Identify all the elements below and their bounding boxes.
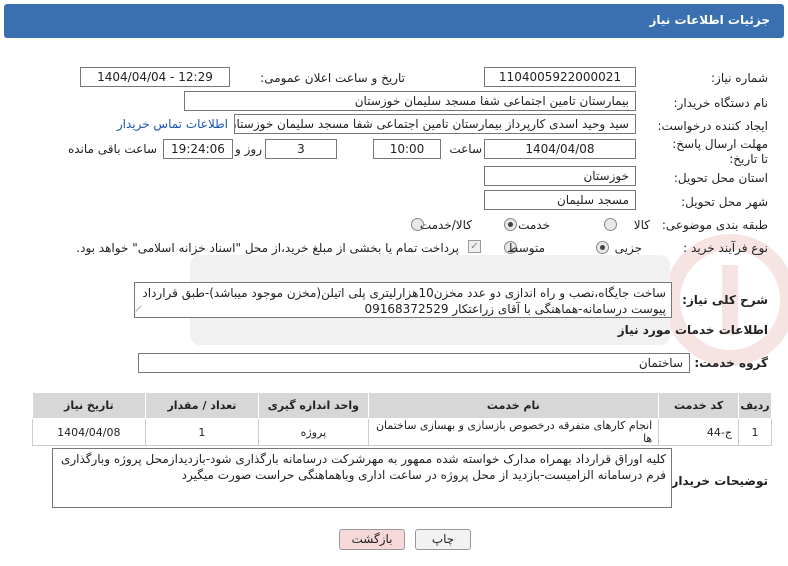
category-radio-goods[interactable] — [604, 218, 617, 231]
city-label: شهر محل تحویل: — [681, 195, 768, 209]
remaining-time-field: 19:24:06 — [163, 139, 233, 159]
back-button[interactable]: بازگشت — [339, 529, 405, 550]
creator-label: ایجاد کننده درخواست: — [657, 119, 768, 133]
city-field: مسجد سلیمان — [484, 190, 636, 210]
deadline-label: مهلت ارسال پاسخ: تا تاریخ: — [672, 137, 768, 166]
need-number-field: 1104005922000021 — [484, 67, 636, 87]
deadline-date-field: 1404/04/08 — [484, 139, 636, 159]
process-option-minor: جزیی — [614, 241, 642, 255]
province-label: استان محل تحویل: — [673, 171, 768, 185]
announce-date-field: 1404/04/04 - 12:29 — [80, 67, 230, 87]
creator-field: سید وحید اسدی کارپرداز بیمارستان تامین ا… — [234, 114, 636, 134]
announce-date-label: تاریخ و ساعت اعلان عمومی: — [260, 71, 405, 85]
deadline-time-field: 10:00 — [373, 139, 441, 159]
cell-unit: پروژه — [258, 418, 369, 446]
resize-grip-icon — [135, 305, 147, 317]
days-field: 3 — [265, 139, 337, 159]
category-option-goods: کالا — [633, 218, 650, 232]
page-header: جزئیات اطلاعات نیاز — [4, 4, 784, 38]
category-option-goods-service: کالا/خدمت — [419, 218, 472, 232]
table-row: 1 ج-44 انجام کارهای متفرقه درخصوص بازساز… — [32, 418, 773, 446]
summary-text: ساخت جایگاه،نصب و راه اندازی دو عدد مخزن… — [142, 286, 666, 316]
treasury-note: پرداخت تمام یا بخشی از مبلغ خرید،از محل … — [76, 241, 459, 255]
table-header-row: ردیف کد خدمت نام خدمت واحد اندازه گیری ت… — [32, 392, 773, 419]
services-table: ردیف کد خدمت نام خدمت واحد اندازه گیری ت… — [32, 392, 773, 446]
col-need-date: تاریخ نیاز — [32, 392, 146, 419]
print-button[interactable]: چاپ — [415, 529, 471, 550]
cell-service-name: انجام کارهای متفرقه درخصوص بازسازی و بهس… — [367, 418, 660, 446]
remaining-time-label: ساعت باقی مانده — [67, 142, 157, 156]
buyer-org-field: بیمارستان تامین اجتماعی شفا مسجد سلیمان … — [184, 91, 636, 111]
need-number-label: شماره نیاز: — [711, 71, 768, 85]
province-field: خوزستان — [484, 166, 636, 186]
col-service-code: کد خدمت — [658, 392, 739, 419]
buyer-org-label: نام دستگاه خریدار: — [673, 96, 769, 110]
process-label: نوع فرآیند خرید : — [683, 241, 768, 255]
cell-need-date: 1404/04/08 — [32, 418, 146, 446]
buyer-notes-textarea[interactable]: کلیه اوراق قرارداد بهمراه مدارک خواسته ش… — [52, 448, 672, 508]
col-unit: واحد اندازه گیری — [258, 392, 369, 419]
deadline-time-label: ساعت — [449, 142, 482, 156]
process-option-medium: متوسط — [507, 241, 545, 255]
cell-service-code: ج-44 — [658, 418, 739, 446]
buyer-notes-text: کلیه اوراق قرارداد بهمراه مدارک خواسته ش… — [60, 452, 666, 482]
days-label: روز و — [235, 142, 262, 156]
col-quantity: تعداد / مقدار — [144, 392, 260, 419]
summary-label: شرح کلی نیاز: — [682, 293, 768, 307]
cell-quantity: 1 — [144, 418, 260, 446]
service-group-field: ساختمان — [138, 353, 690, 373]
treasury-checkbox[interactable]: ✓ — [468, 240, 481, 253]
buyer-notes-label: توضیحات خریدار: — [666, 474, 768, 488]
summary-textarea[interactable]: ساخت جایگاه،نصب و راه اندازی دو عدد مخزن… — [134, 282, 672, 318]
col-service-name: نام خدمت — [367, 392, 660, 419]
cell-row-number: 1 — [737, 418, 773, 446]
col-row-number: ردیف — [737, 392, 773, 419]
category-label: طبقه بندی موضوعی: — [661, 218, 768, 232]
page-title: جزئیات اطلاعات نیاز — [649, 13, 770, 27]
services-section-title: اطلاعات خدمات مورد نیاز — [617, 323, 768, 337]
process-radio-minor[interactable] — [596, 241, 609, 254]
category-radio-service[interactable] — [504, 218, 517, 231]
category-option-service: خدمت — [518, 218, 550, 232]
buyer-contact-link[interactable]: اطلاعات تماس خریدار — [117, 117, 228, 131]
service-group-label: گروه خدمت: — [694, 356, 768, 370]
